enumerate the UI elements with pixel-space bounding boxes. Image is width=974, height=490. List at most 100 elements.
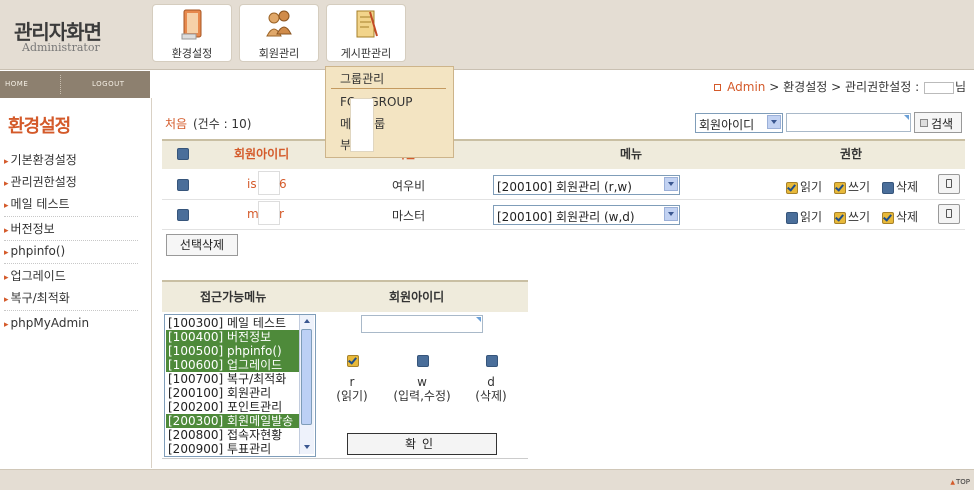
header-bar [0, 0, 974, 70]
logout-link[interactable]: LOGOUT [92, 80, 125, 88]
menu-option[interactable]: [200900] 투표관리 [166, 442, 301, 456]
row-userid-suffix[interactable]: 6 [279, 177, 287, 191]
sidebar-title: 환경설정 [8, 116, 71, 137]
row-checkbox[interactable] [177, 209, 189, 221]
menu-option-selected[interactable]: [200300] 회원메일발송 [166, 414, 301, 428]
sidebar-item-basic-settings[interactable]: 기본환경설정 [4, 151, 77, 168]
perm-checkbox-checked-icon[interactable] [786, 181, 798, 194]
scroll-down-icon[interactable] [301, 441, 313, 453]
confirm-button[interactable]: 확인 [347, 433, 497, 455]
perm-checkbox-checked-icon[interactable] [834, 211, 846, 224]
search-field-select[interactable]: 회원아이디 [695, 113, 783, 133]
board-dropdown-menu: 그룹관리 FOGROUP 메그룹 부고 [325, 66, 454, 158]
perm-r-code: r [349, 375, 355, 389]
row-menu-select[interactable]: [200100] 회원관리 (r,w) [493, 175, 680, 195]
perm-checkbox-checked-icon[interactable] [834, 181, 846, 194]
perm-w-label: w (입력,수정) [384, 375, 460, 403]
row-menu-value: [200100] 회원관리 (w,d) [497, 210, 635, 224]
breadcrumb-suffix: 님 [954, 80, 966, 94]
sidebar-divider [4, 240, 138, 241]
back-to-top-link[interactable]: TOP [950, 478, 970, 486]
logo-subtitle: Administrator [22, 41, 100, 54]
perm-label: 읽기 [800, 180, 823, 194]
row-edit-button[interactable] [938, 174, 960, 194]
sidebar-item-phpmyadmin[interactable]: phpMyAdmin [4, 316, 90, 330]
menu-option-selected[interactable]: [100600] 업그레이드 [166, 358, 301, 372]
column-header-permission: 권한 [840, 147, 863, 161]
breadcrumb: Admin > 환경설정 > 관리권한설정 : 님 [714, 78, 966, 95]
row-edit-button[interactable] [938, 204, 960, 224]
chevron-down-icon[interactable] [664, 207, 678, 221]
top-menu-members[interactable]: 회원관리 [239, 4, 319, 62]
row-perm-read[interactable]: 읽기 [786, 208, 822, 225]
panel-header-member-id: 회원아이디 [389, 290, 445, 304]
redacted-userid-box [258, 171, 280, 195]
member-id-input[interactable] [361, 315, 483, 333]
row-perm-delete[interactable]: 삭제 [882, 178, 918, 195]
menu-option-selected[interactable]: [100500] phpinfo() [166, 344, 301, 358]
home-link[interactable]: HOME [5, 80, 28, 88]
perm-checkbox-checked-icon[interactable] [882, 211, 894, 224]
menu-option[interactable]: [200100] 회원관리 [166, 386, 301, 400]
sidebar-item-upgrade[interactable]: 업그레이드 [4, 267, 66, 284]
delete-selected-button[interactable]: 선택삭제 [166, 234, 238, 256]
scroll-thumb[interactable] [301, 329, 312, 425]
perm-checkbox-unchecked-icon[interactable] [786, 211, 798, 224]
perm-r-checkbox-checked-icon[interactable] [347, 355, 359, 367]
list-first-link[interactable]: 처음 [165, 115, 187, 132]
menu-option[interactable]: [100300] 메일 테스트 [166, 316, 301, 330]
sidebar-item-phpinfo[interactable]: phpinfo() [4, 244, 66, 258]
menu-option-selected[interactable]: [100400] 버전정보 [166, 330, 301, 344]
accessible-menu-listbox[interactable]: [100300] 메일 테스트 [100400] 버전정보 [100500] p… [164, 314, 316, 457]
breadcrumb-admin[interactable]: Admin [727, 80, 765, 94]
dropdown-item-group-manage[interactable]: 그룹관리 [340, 70, 384, 87]
perm-checkbox-unchecked-icon[interactable] [882, 181, 894, 194]
top-menu-settings[interactable]: 환경설정 [152, 4, 232, 62]
breadcrumb-level2: 관리권한설정 : [845, 80, 920, 94]
select-all-checkbox[interactable] [177, 148, 189, 160]
search-button-label: 검색 [931, 117, 954, 131]
row-checkbox[interactable] [177, 179, 189, 191]
perm-d-checkbox-unchecked-icon[interactable] [486, 355, 498, 367]
row-userid-prefix[interactable]: is [247, 177, 257, 191]
search-button[interactable]: 검색 [914, 112, 962, 133]
menu-option[interactable]: [200200] 포인트관리 [166, 400, 301, 414]
redacted-userid-box [258, 201, 280, 225]
sidebar-item-permission-settings[interactable]: 관리권한설정 [4, 173, 77, 190]
sidebar-divider [4, 310, 138, 311]
scroll-up-icon[interactable] [301, 316, 313, 328]
footer-bar [0, 469, 974, 490]
sidebar-item-mail-test[interactable]: 메일 테스트 [4, 195, 70, 212]
perm-w-desc: (입력,수정) [393, 389, 451, 403]
row-perm-read[interactable]: 읽기 [786, 178, 822, 195]
sidebar-item-restore-optimize[interactable]: 복구/최적화 [4, 289, 70, 306]
sidebar-divider [4, 263, 138, 264]
search-input[interactable] [786, 113, 911, 132]
settings-book-icon [181, 9, 202, 40]
row-userid-prefix[interactable]: m [247, 207, 259, 221]
perm-r-label: r (읽기) [332, 375, 372, 403]
listbox-scrollbar[interactable] [299, 315, 314, 454]
breadcrumb-bullet-icon [714, 84, 722, 91]
chevron-down-icon[interactable] [664, 177, 678, 191]
top-menu-board[interactable]: 게시판관리 [326, 4, 406, 62]
row-perm-write[interactable]: 쓰기 [834, 208, 870, 225]
dropdown-fragment: GROUP [369, 95, 413, 109]
board-icon [356, 10, 378, 38]
search-button-icon [920, 119, 928, 127]
column-header-userid[interactable]: 회원아이디 [234, 145, 289, 162]
row-perm-delete[interactable]: 삭제 [882, 208, 918, 225]
perm-label: 삭제 [896, 180, 919, 194]
row-perm-write[interactable]: 쓰기 [834, 178, 870, 195]
row-menu-select[interactable]: [200100] 회원관리 (w,d) [493, 205, 680, 225]
perm-label: 읽기 [800, 210, 823, 224]
row-userid-suffix[interactable]: r [279, 207, 284, 221]
top-menu-members-label: 회원관리 [258, 47, 300, 60]
sidebar-item-version[interactable]: 버전정보 [4, 220, 55, 237]
perm-d-code: d [487, 375, 495, 389]
perm-w-checkbox-unchecked-icon[interactable] [417, 355, 429, 367]
chevron-down-icon[interactable] [767, 115, 781, 129]
menu-option[interactable]: [100700] 복구/최적화 [166, 372, 301, 386]
menu-option[interactable]: [200800] 접속자현황 [166, 428, 301, 442]
nav-divider [60, 75, 62, 94]
